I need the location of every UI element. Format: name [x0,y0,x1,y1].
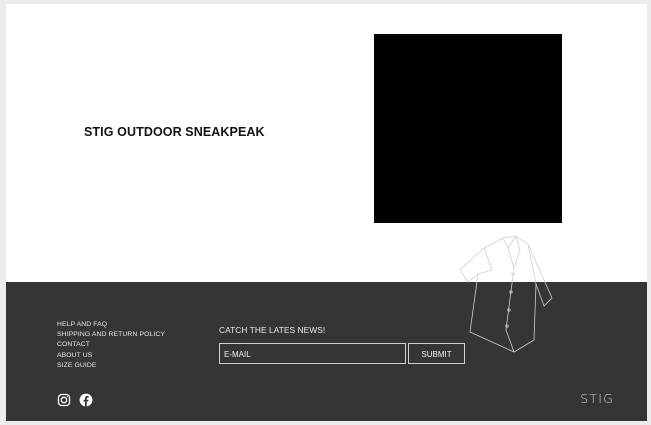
instagram-icon[interactable] [57,393,71,407]
footer: HELP AND FAQ SHIPPING AND RETURN POLICY … [6,282,647,421]
brand-logo: STIG [580,391,614,406]
footer-link-help-faq[interactable]: HELP AND FAQ [57,320,165,330]
page: STIG OUTDOOR SNEAKPEAK HELP AND FAQ SHIP… [6,4,647,421]
footer-link-shipping-return[interactable]: SHIPPING AND RETURN POLICY [57,330,165,340]
submit-button[interactable]: SUBMIT [408,343,465,364]
footer-link-contact[interactable]: CONTACT [57,340,165,350]
facebook-icon[interactable] [79,393,93,407]
footer-link-about[interactable]: ABOUT US [57,351,165,361]
social-links [57,393,93,407]
footer-link-size-guide[interactable]: SIZE GUIDE [57,361,165,371]
footer-links: HELP AND FAQ SHIPPING AND RETURN POLICY … [57,320,165,371]
hero-image[interactable] [374,34,562,223]
newsletter-title: CATCH THE LATES NEWS! [219,325,326,335]
hero-title: STIG OUTDOOR SNEAKPEAK [84,125,265,139]
email-field[interactable] [219,343,406,364]
